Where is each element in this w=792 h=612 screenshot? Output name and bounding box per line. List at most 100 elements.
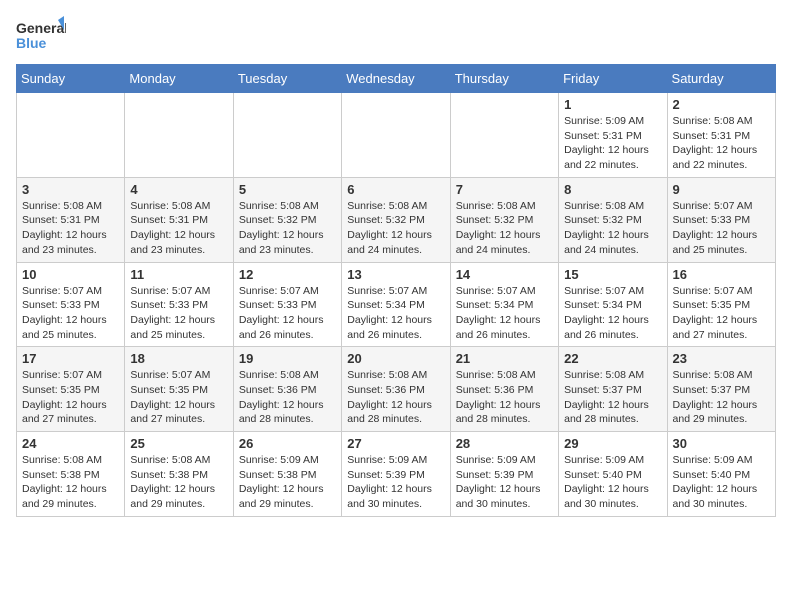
day-number: 25 bbox=[130, 436, 227, 451]
day-number: 10 bbox=[22, 267, 119, 282]
calendar-cell: 25 Sunrise: 5:08 AM Sunset: 5:38 PM Dayli… bbox=[125, 432, 233, 517]
day-info: Sunrise: 5:08 AM Sunset: 5:31 PM Dayligh… bbox=[22, 199, 119, 258]
day-number: 16 bbox=[673, 267, 770, 282]
calendar-header-thursday: Thursday bbox=[450, 65, 558, 93]
day-number: 28 bbox=[456, 436, 553, 451]
calendar-cell: 9 Sunrise: 5:07 AM Sunset: 5:33 PM Daylig… bbox=[667, 177, 775, 262]
day-info: Sunrise: 5:09 AM Sunset: 5:40 PM Dayligh… bbox=[673, 453, 770, 512]
day-number: 22 bbox=[564, 351, 661, 366]
day-number: 27 bbox=[347, 436, 444, 451]
calendar-week-3: 10 Sunrise: 5:07 AM Sunset: 5:33 PM Dayli… bbox=[17, 262, 776, 347]
calendar-header-friday: Friday bbox=[559, 65, 667, 93]
day-number: 1 bbox=[564, 97, 661, 112]
day-number: 3 bbox=[22, 182, 119, 197]
calendar-cell: 15 Sunrise: 5:07 AM Sunset: 5:34 PM Dayli… bbox=[559, 262, 667, 347]
day-info: Sunrise: 5:09 AM Sunset: 5:40 PM Dayligh… bbox=[564, 453, 661, 512]
day-number: 23 bbox=[673, 351, 770, 366]
day-info: Sunrise: 5:07 AM Sunset: 5:33 PM Dayligh… bbox=[22, 284, 119, 343]
day-info: Sunrise: 5:07 AM Sunset: 5:33 PM Dayligh… bbox=[239, 284, 336, 343]
day-info: Sunrise: 5:08 AM Sunset: 5:37 PM Dayligh… bbox=[673, 368, 770, 427]
calendar-cell: 19 Sunrise: 5:08 AM Sunset: 5:36 PM Dayli… bbox=[233, 347, 341, 432]
day-number: 30 bbox=[673, 436, 770, 451]
day-info: Sunrise: 5:07 AM Sunset: 5:35 PM Dayligh… bbox=[22, 368, 119, 427]
calendar-week-4: 17 Sunrise: 5:07 AM Sunset: 5:35 PM Dayli… bbox=[17, 347, 776, 432]
day-number: 4 bbox=[130, 182, 227, 197]
day-info: Sunrise: 5:08 AM Sunset: 5:32 PM Dayligh… bbox=[564, 199, 661, 258]
calendar-cell: 24 Sunrise: 5:08 AM Sunset: 5:38 PM Dayli… bbox=[17, 432, 125, 517]
day-number: 18 bbox=[130, 351, 227, 366]
day-info: Sunrise: 5:08 AM Sunset: 5:37 PM Dayligh… bbox=[564, 368, 661, 427]
calendar-cell: 27 Sunrise: 5:09 AM Sunset: 5:39 PM Dayli… bbox=[342, 432, 450, 517]
day-number: 21 bbox=[456, 351, 553, 366]
logo-svg: General Blue bbox=[16, 16, 66, 56]
calendar-cell: 26Sunrise: 5:09 AM Sunset: 5:38 PM Dayli… bbox=[233, 432, 341, 517]
calendar-cell: 11 Sunrise: 5:07 AM Sunset: 5:33 PM Dayli… bbox=[125, 262, 233, 347]
day-number: 8 bbox=[564, 182, 661, 197]
day-info: Sunrise: 5:08 AM Sunset: 5:31 PM Dayligh… bbox=[130, 199, 227, 258]
day-info: Sunrise: 5:08 AM Sunset: 5:36 PM Dayligh… bbox=[347, 368, 444, 427]
day-info: Sunrise: 5:08 AM Sunset: 5:36 PM Dayligh… bbox=[456, 368, 553, 427]
day-number: 14 bbox=[456, 267, 553, 282]
calendar-cell: 23 Sunrise: 5:08 AM Sunset: 5:37 PM Dayli… bbox=[667, 347, 775, 432]
day-info: Sunrise: 5:08 AM Sunset: 5:31 PM Dayligh… bbox=[673, 114, 770, 173]
day-info: Sunrise: 5:08 AM Sunset: 5:32 PM Dayligh… bbox=[239, 199, 336, 258]
calendar-cell: 18 Sunrise: 5:07 AM Sunset: 5:35 PM Dayli… bbox=[125, 347, 233, 432]
calendar-body: 1 Sunrise: 5:09 AM Sunset: 5:31 PM Daylig… bbox=[17, 93, 776, 517]
day-info: Sunrise: 5:08 AM Sunset: 5:32 PM Dayligh… bbox=[456, 199, 553, 258]
calendar-cell: 4 Sunrise: 5:08 AM Sunset: 5:31 PM Daylig… bbox=[125, 177, 233, 262]
calendar-cell: 7Sunrise: 5:08 AM Sunset: 5:32 PM Daylig… bbox=[450, 177, 558, 262]
day-info: Sunrise: 5:07 AM Sunset: 5:35 PM Dayligh… bbox=[673, 284, 770, 343]
calendar-week-1: 1 Sunrise: 5:09 AM Sunset: 5:31 PM Daylig… bbox=[17, 93, 776, 178]
calendar-cell: 16 Sunrise: 5:07 AM Sunset: 5:35 PM Dayli… bbox=[667, 262, 775, 347]
calendar-cell: 3 Sunrise: 5:08 AM Sunset: 5:31 PM Daylig… bbox=[17, 177, 125, 262]
calendar-cell: 2 Sunrise: 5:08 AM Sunset: 5:31 PM Daylig… bbox=[667, 93, 775, 178]
calendar-cell: 21 Sunrise: 5:08 AM Sunset: 5:36 PM Dayli… bbox=[450, 347, 558, 432]
svg-text:Blue: Blue bbox=[16, 35, 47, 51]
calendar-cell: 20 Sunrise: 5:08 AM Sunset: 5:36 PM Dayli… bbox=[342, 347, 450, 432]
day-info: Sunrise: 5:08 AM Sunset: 5:38 PM Dayligh… bbox=[22, 453, 119, 512]
day-number: 20 bbox=[347, 351, 444, 366]
calendar-cell bbox=[17, 93, 125, 178]
day-info: Sunrise: 5:07 AM Sunset: 5:35 PM Dayligh… bbox=[130, 368, 227, 427]
day-number: 12 bbox=[239, 267, 336, 282]
calendar-cell: 28 Sunrise: 5:09 AM Sunset: 5:39 PM Dayli… bbox=[450, 432, 558, 517]
day-info: Sunrise: 5:09 AM Sunset: 5:39 PM Dayligh… bbox=[456, 453, 553, 512]
calendar-cell bbox=[450, 93, 558, 178]
calendar-cell: 30 Sunrise: 5:09 AM Sunset: 5:40 PM Dayli… bbox=[667, 432, 775, 517]
calendar-cell: 14 Sunrise: 5:07 AM Sunset: 5:34 PM Dayli… bbox=[450, 262, 558, 347]
calendar-header-saturday: Saturday bbox=[667, 65, 775, 93]
day-number: 17 bbox=[22, 351, 119, 366]
calendar-cell: 10 Sunrise: 5:07 AM Sunset: 5:33 PM Dayli… bbox=[17, 262, 125, 347]
calendar-header-monday: Monday bbox=[125, 65, 233, 93]
day-info: Sunrise: 5:07 AM Sunset: 5:33 PM Dayligh… bbox=[673, 199, 770, 258]
day-info: Sunrise: 5:07 AM Sunset: 5:34 PM Dayligh… bbox=[564, 284, 661, 343]
day-info: Sunrise: 5:09 AM Sunset: 5:31 PM Dayligh… bbox=[564, 114, 661, 173]
day-number: 2 bbox=[673, 97, 770, 112]
day-number: 24 bbox=[22, 436, 119, 451]
calendar-header-tuesday: Tuesday bbox=[233, 65, 341, 93]
day-info: Sunrise: 5:09 AM Sunset: 5:39 PM Dayligh… bbox=[347, 453, 444, 512]
calendar-cell bbox=[342, 93, 450, 178]
day-number: 11 bbox=[130, 267, 227, 282]
page-header: General Blue bbox=[16, 16, 776, 56]
day-number: 13 bbox=[347, 267, 444, 282]
day-info: Sunrise: 5:07 AM Sunset: 5:34 PM Dayligh… bbox=[456, 284, 553, 343]
calendar-cell: 13Sunrise: 5:07 AM Sunset: 5:34 PM Dayli… bbox=[342, 262, 450, 347]
day-info: Sunrise: 5:07 AM Sunset: 5:33 PM Dayligh… bbox=[130, 284, 227, 343]
calendar-header-wednesday: Wednesday bbox=[342, 65, 450, 93]
day-number: 9 bbox=[673, 182, 770, 197]
calendar-cell: 5 Sunrise: 5:08 AM Sunset: 5:32 PM Daylig… bbox=[233, 177, 341, 262]
calendar-cell: 22 Sunrise: 5:08 AM Sunset: 5:37 PM Dayli… bbox=[559, 347, 667, 432]
calendar-cell: 8 Sunrise: 5:08 AM Sunset: 5:32 PM Daylig… bbox=[559, 177, 667, 262]
day-number: 26 bbox=[239, 436, 336, 451]
day-number: 15 bbox=[564, 267, 661, 282]
day-number: 19 bbox=[239, 351, 336, 366]
day-number: 5 bbox=[239, 182, 336, 197]
calendar-cell: 6Sunrise: 5:08 AM Sunset: 5:32 PM Daylig… bbox=[342, 177, 450, 262]
calendar-cell: 1 Sunrise: 5:09 AM Sunset: 5:31 PM Daylig… bbox=[559, 93, 667, 178]
calendar-header-row: SundayMondayTuesdayWednesdayThursdayFrid… bbox=[17, 65, 776, 93]
calendar-cell: 12 Sunrise: 5:07 AM Sunset: 5:33 PM Dayli… bbox=[233, 262, 341, 347]
day-info: Sunrise: 5:08 AM Sunset: 5:38 PM Dayligh… bbox=[130, 453, 227, 512]
calendar-cell bbox=[125, 93, 233, 178]
day-info: Sunrise: 5:08 AM Sunset: 5:36 PM Dayligh… bbox=[239, 368, 336, 427]
